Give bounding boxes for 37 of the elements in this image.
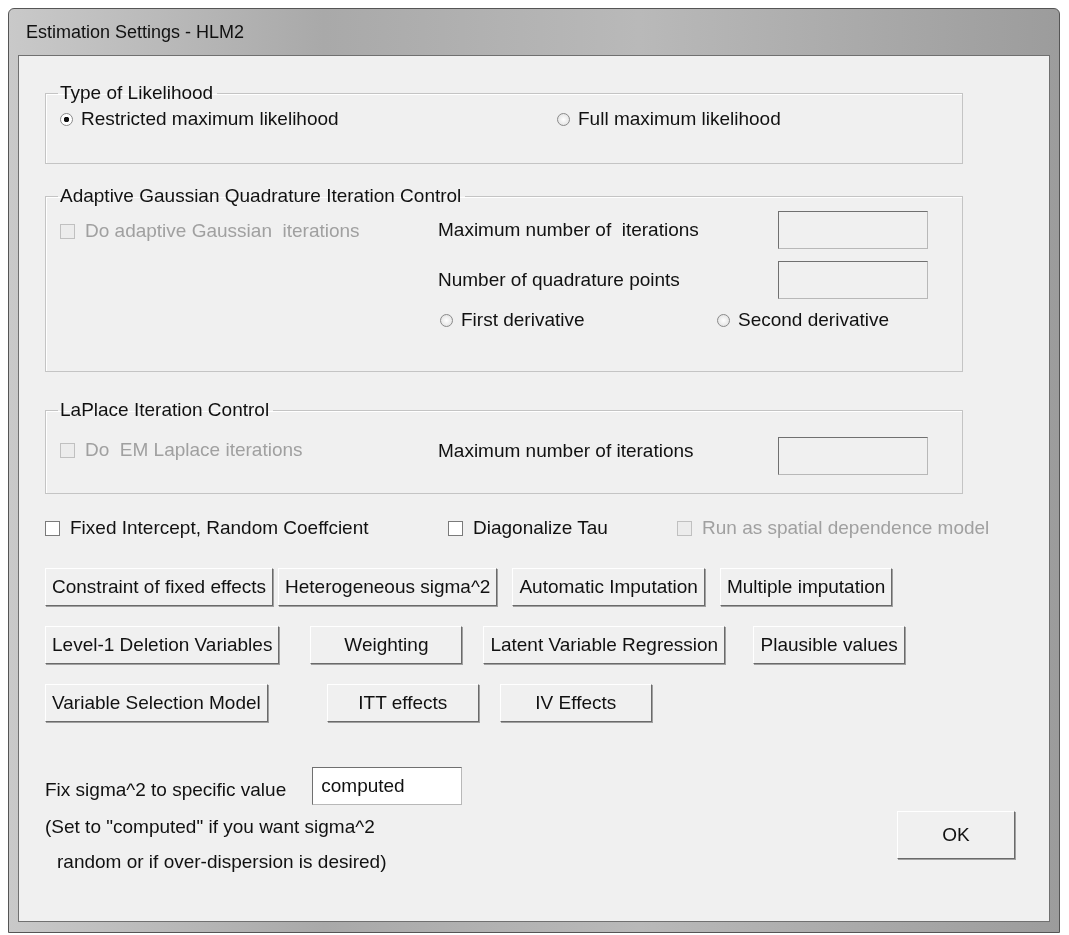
- group-title: LaPlace Iteration Control: [59, 399, 271, 421]
- dialog-button[interactable]: Variable Selection Model: [45, 683, 268, 722]
- checkbox-label: Do EM Laplace iterations: [85, 439, 303, 461]
- ok-button[interactable]: OK: [897, 810, 1015, 859]
- radio-label: Full maximum likelihood: [578, 108, 781, 130]
- group-title: Adaptive Gaussian Quadrature Iteration Control: [59, 185, 463, 207]
- field-label: Number of quadrature points: [438, 269, 680, 291]
- hint-text: (Set to "computed" if you want sigma^2 random or if over-dispersion is desired): [45, 814, 388, 874]
- window-title: Estimation Settings - HLM2: [25, 20, 246, 44]
- dialog-button[interactable]: Latent Variable Regression: [483, 625, 726, 664]
- dialog-button[interactable]: Heterogeneous sigma^2: [278, 567, 498, 606]
- input-field[interactable]: computed: [312, 766, 463, 805]
- dialog-button[interactable]: Automatic Imputation: [512, 567, 705, 606]
- radio-button[interactable]: [717, 313, 730, 327]
- radio-button[interactable]: [60, 112, 73, 126]
- dialog-button[interactable]: Weighting: [310, 625, 463, 664]
- dialog-button[interactable]: Level-1 Deletion Variables: [45, 625, 280, 664]
- radio-label: First derivative: [461, 309, 585, 331]
- dialog-button[interactable]: IV Effects: [499, 683, 652, 722]
- checkbox[interactable]: [45, 520, 60, 536]
- dialog-button[interactable]: ITT effects: [326, 683, 479, 722]
- dialog-button[interactable]: Plausible values: [753, 625, 906, 664]
- group-title: Type of Likelihood: [59, 82, 215, 104]
- field-label: Maximum number of iterations: [438, 440, 694, 462]
- checkbox-label: Do adaptive Gaussian iterations: [85, 220, 360, 242]
- dialog-button[interactable]: Constraint of fixed effects: [45, 567, 274, 606]
- checkbox-label: Run as spatial dependence model: [702, 517, 990, 539]
- dialog-button[interactable]: Multiple imputation: [719, 567, 893, 606]
- checkbox[interactable]: [448, 520, 463, 536]
- checkbox-label: Fixed Intercept, Random Coeffcient: [70, 517, 369, 539]
- radio-label: Second derivative: [738, 309, 890, 331]
- radio-button[interactable]: [440, 313, 453, 327]
- field-label: Fix sigma^2 to specific value: [45, 778, 287, 801]
- radio-button[interactable]: [557, 112, 570, 126]
- radio-label: Restricted maximum likelihood: [81, 108, 339, 130]
- checkbox-label: Diagonalize Tau: [473, 517, 608, 539]
- field-label: Maximum number of iterations: [438, 219, 699, 241]
